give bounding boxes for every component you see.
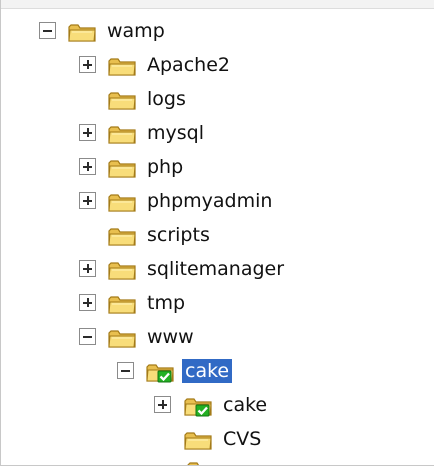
tree-node-label: cake — [223, 394, 268, 416]
folder-icon — [108, 58, 136, 76]
tree-node-sqlitemanager[interactable]: sqlitemanager — [1, 252, 341, 286]
folder-icon — [187, 462, 200, 465]
tree-node-cake-child[interactable]: cake — [1, 388, 301, 422]
plus-toggle-icon[interactable] — [79, 192, 96, 209]
tree-node-mysql[interactable]: mysql — [1, 116, 281, 150]
plus-toggle-icon[interactable] — [79, 260, 96, 277]
folder-icon — [108, 296, 136, 314]
plus-toggle-icon[interactable] — [79, 158, 96, 175]
tree-node-logs[interactable]: logs — [1, 82, 261, 116]
tree-node-scripts[interactable]: scripts — [1, 218, 281, 252]
tree-node-label: cake — [182, 359, 233, 383]
folder-icon — [184, 432, 212, 450]
folder-icon — [108, 330, 136, 348]
folder-icon — [108, 126, 136, 144]
plus-toggle-icon[interactable] — [79, 56, 96, 73]
tree-node-label: mysql — [147, 122, 204, 144]
tree-node-label: Apache2 — [147, 54, 230, 76]
folder-icon — [68, 24, 96, 42]
minus-toggle-icon[interactable] — [117, 362, 134, 379]
versioned-folder-icon — [184, 398, 212, 417]
tree-node-wamp[interactable]: wamp — [1, 14, 261, 48]
tree-node-php[interactable]: php — [1, 150, 261, 184]
folder-tree-panel: wamp Apache2 logs mysql php phpmyadmin s… — [0, 0, 434, 466]
tree-node-label: scripts — [147, 224, 210, 246]
folder-icon — [108, 92, 136, 110]
minus-toggle-icon[interactable] — [79, 328, 96, 345]
folder-icon — [108, 160, 136, 178]
folder-icon — [108, 262, 136, 280]
tree-node-label: wamp — [107, 20, 165, 42]
versioned-folder-icon — [146, 364, 174, 383]
tree-node-cvs[interactable]: CVS — [1, 422, 301, 456]
tree-node-label: sqlitemanager — [147, 258, 285, 280]
tree-node-label: CVS — [223, 428, 262, 450]
folder-icon — [108, 194, 136, 212]
tree-node-cake-selected[interactable]: cake — [1, 354, 261, 388]
tree-node-tmp[interactable]: tmp — [1, 286, 261, 320]
minus-toggle-icon[interactable] — [39, 22, 56, 39]
plus-toggle-icon[interactable] — [79, 124, 96, 141]
tree-node-label: php — [147, 156, 184, 178]
plus-toggle-icon[interactable] — [79, 294, 96, 311]
tree-node-label: logs — [147, 88, 186, 110]
tree-node-label: tmp — [147, 292, 186, 314]
tree-node-apache2[interactable]: Apache2 — [1, 48, 301, 82]
tree-node-www[interactable]: www — [1, 320, 261, 354]
folder-icon — [108, 228, 136, 246]
partially-visible-folder-icon — [186, 458, 216, 465]
tree-node-label: phpmyadmin — [147, 190, 273, 212]
tree-node-phpmyadmin[interactable]: phpmyadmin — [1, 184, 331, 218]
plus-toggle-icon[interactable] — [154, 396, 171, 413]
tree-node-label: www — [147, 326, 194, 348]
